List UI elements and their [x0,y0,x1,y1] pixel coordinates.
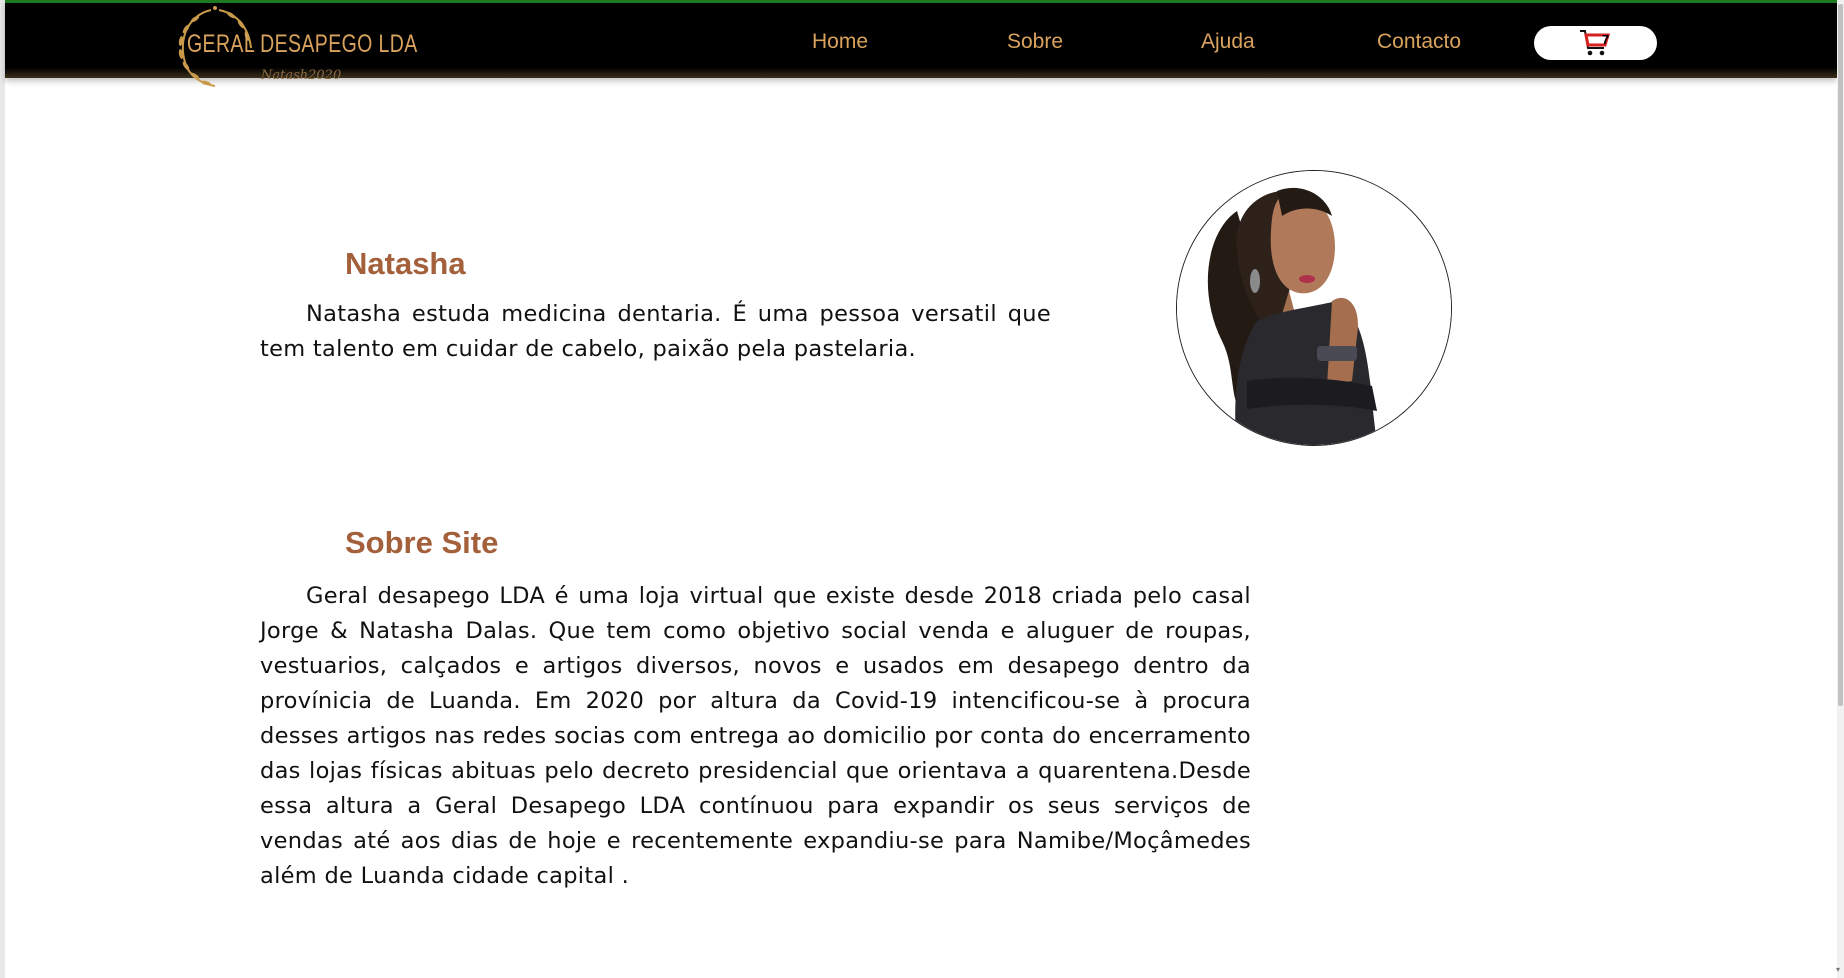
profile-name: Natasha [345,246,466,281]
nav-link-ajuda[interactable]: Ajuda [1201,30,1255,54]
logo-title: GERAL DESAPEGO LDA [187,30,418,58]
scrollbar-thumb[interactable] [1838,4,1843,706]
logo-subtitle: Natash2020 [261,68,342,83]
window-edge [0,0,5,978]
nav-link-home[interactable]: Home [812,30,868,54]
logo[interactable]: GERAL DESAPEGO LDA Natash2020 [173,4,417,90]
cart-button[interactable]: 7 [1534,26,1657,60]
cart-count: 7 [1602,32,1610,47]
about-title: Sobre Site [345,525,499,560]
nav-link-contacto[interactable]: Contacto [1377,30,1461,54]
profile-bio: Natasha estuda medicina dentaria. É uma … [260,301,1051,362]
about-body: Geral desapego LDA é uma loja virtual qu… [260,583,1251,889]
profile-photo [1176,170,1452,446]
scroll-down-arrow-icon[interactable]: ▾ [1836,966,1844,974]
nav-link-sobre[interactable]: Sobre [1007,30,1063,54]
portrait-image [1177,171,1451,445]
